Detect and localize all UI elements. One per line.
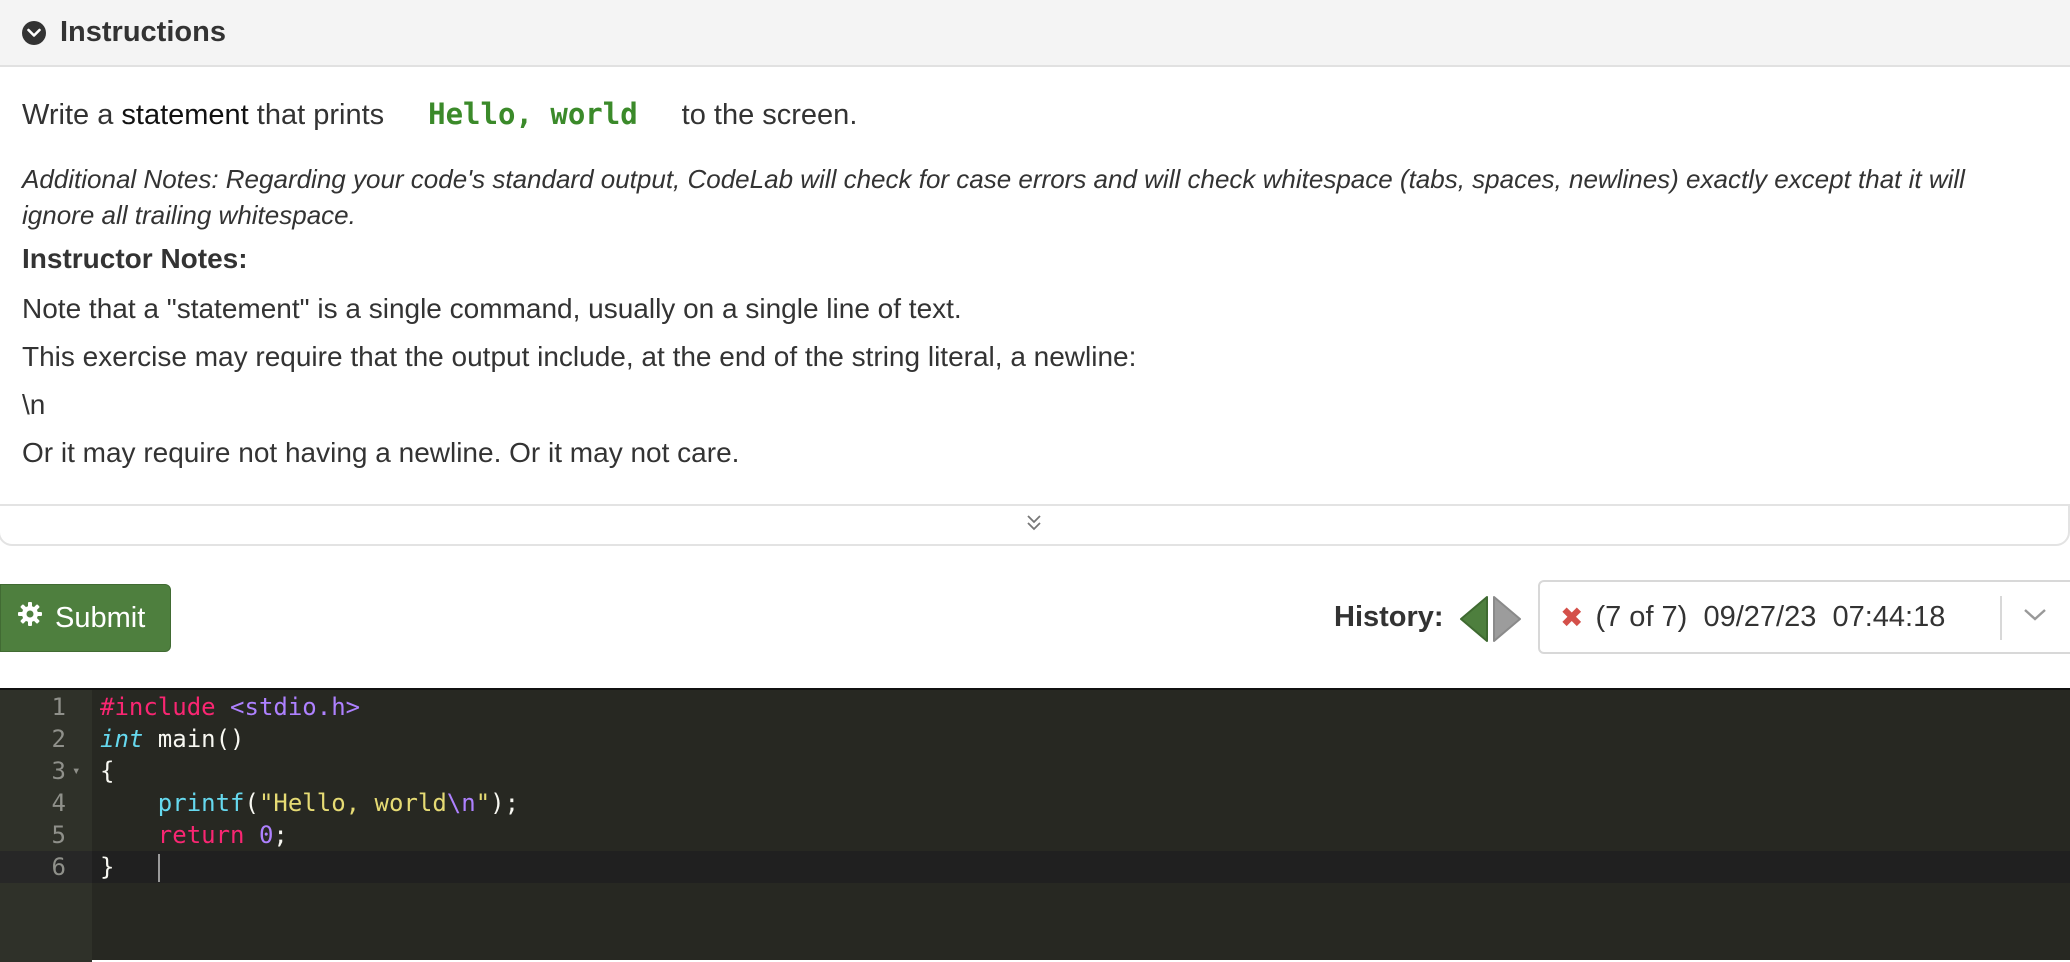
- task-keyword: statement: [121, 99, 249, 131]
- instructor-notes-heading: Instructor Notes:: [22, 243, 248, 274]
- code-line[interactable]: 4 printf("Hello, world\n");: [0, 787, 2070, 819]
- code-token: 0: [258, 821, 274, 849]
- code-text[interactable]: return 0;: [100, 819, 288, 851]
- instructor-note: \n: [22, 389, 46, 420]
- collapse-instructions-bar[interactable]: [0, 504, 2070, 546]
- code-token: (: [244, 789, 259, 817]
- history-label: History:: [1334, 601, 1444, 633]
- task-mid: that prints: [248, 99, 385, 131]
- code-line[interactable]: 6}: [0, 851, 2070, 883]
- code-token: return: [157, 821, 245, 849]
- code-token: int: [100, 725, 144, 753]
- chevron-down-icon[interactable]: [2022, 606, 2048, 629]
- line-number: 5: [51, 821, 66, 849]
- code-token: printf: [157, 789, 245, 817]
- line-number: 4: [51, 789, 66, 817]
- line-number: 1: [51, 693, 66, 721]
- double-chevron-down-icon: [1025, 513, 1043, 538]
- code-token: <stdio.h>: [230, 693, 361, 721]
- instructions-title: Instructions: [60, 16, 226, 48]
- code-token: ;: [273, 821, 288, 849]
- code-token: );: [490, 789, 520, 817]
- x-icon: ✖: [1560, 601, 1584, 633]
- code-text[interactable]: {: [100, 755, 114, 787]
- code-line[interactable]: 5 return 0;: [0, 819, 2070, 851]
- instructor-note: This exercise may require that the outpu…: [22, 341, 1137, 372]
- task-prefix: Write a: [22, 99, 122, 131]
- code-text[interactable]: printf("Hello, world\n");: [100, 787, 519, 819]
- code-text[interactable]: #include <stdio.h>: [100, 691, 360, 723]
- code-editor[interactable]: 1 #include <stdio.h> 2 int main() 3 ▾ {4 print…: [0, 688, 2070, 962]
- fold-toggle-icon[interactable]: ▾: [72, 755, 80, 787]
- expected-output-code: Hello, world: [428, 97, 638, 131]
- line-number: 6: [51, 853, 66, 881]
- submit-button[interactable]: Submit: [0, 584, 171, 652]
- line-number: 3: [51, 757, 66, 785]
- task-statement: Write a statement that prints Hello, wor…: [22, 97, 857, 132]
- code-text[interactable]: int main(): [100, 723, 245, 755]
- select-divider: [2000, 596, 2002, 640]
- code-token: ": [475, 789, 491, 817]
- gear-icon: [17, 601, 55, 635]
- code-token: main(): [143, 725, 245, 753]
- line-number: 2: [51, 725, 66, 753]
- code-token: \n: [446, 789, 476, 817]
- history-select[interactable]: ✖ (7 of 7) 09/27/23 07:44:18: [1538, 580, 2070, 654]
- submit-label: Submit: [55, 601, 146, 634]
- code-token: {: [100, 757, 115, 785]
- chevron-down-circle-icon[interactable]: [22, 20, 46, 45]
- code-token: }: [100, 853, 115, 881]
- code-text[interactable]: }: [100, 851, 114, 883]
- code-line[interactable]: 3 ▾ {: [0, 755, 2070, 787]
- code-line[interactable]: 1 #include <stdio.h>: [0, 691, 2070, 723]
- code-token: "Hello, world: [258, 789, 447, 817]
- instructor-note: Or it may require not having a newline. …: [22, 437, 740, 468]
- code-line[interactable]: 2 int main(): [0, 723, 2070, 755]
- code-token: #include: [100, 693, 231, 721]
- instructions-header[interactable]: Instructions: [0, 0, 2070, 67]
- task-suffix: to the screen.: [681, 99, 858, 131]
- additional-notes: Additional Notes: Regarding your code's …: [22, 164, 1965, 230]
- text-cursor: [158, 854, 160, 882]
- history-previous-button[interactable]: [1459, 595, 1489, 648]
- history-next-button[interactable]: [1492, 595, 1522, 648]
- instructor-note: Note that a "statement" is a single comm…: [22, 293, 962, 324]
- history-selected-value: (7 of 7) 09/27/23 07:44:18: [1595, 600, 1946, 633]
